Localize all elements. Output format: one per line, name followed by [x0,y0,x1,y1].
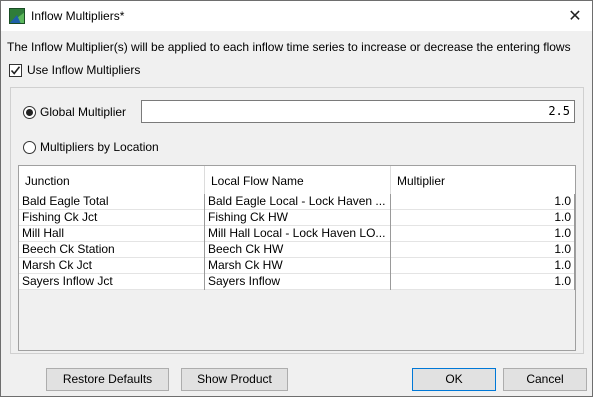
multiplier-cell[interactable]: 1.0 [391,242,575,258]
multiplier-cell[interactable]: 1.0 [391,210,575,226]
title-bar: Inflow Multipliers* ✕ [1,1,592,31]
column-header-junction[interactable]: Junction [19,166,205,194]
show-product-button[interactable]: Show Product [181,368,288,391]
local-flow-name-cell[interactable]: Beech Ck HW [205,242,391,258]
radio-selected-icon[interactable] [23,105,36,119]
column-header-local-flow-name[interactable]: Local Flow Name [205,166,391,194]
table-row[interactable]: Bald Eagle Total Bald Eagle Local - Lock… [19,194,575,210]
junction-cell[interactable]: Bald Eagle Total [19,194,205,210]
junction-cell[interactable]: Sayers Inflow Jct [19,274,205,290]
table-row[interactable]: Sayers Inflow Jct Sayers Inflow 1.0 [19,274,575,290]
global-multiplier-label: Global Multiplier [40,105,127,119]
checkbox-checked-icon[interactable] [9,63,22,77]
ok-button[interactable]: OK [412,368,496,391]
junction-cell[interactable]: Beech Ck Station [19,242,205,258]
multiplier-cell[interactable]: 1.0 [391,194,575,210]
description-text: The Inflow Multiplier(s) will be applied… [7,40,571,54]
junction-cell[interactable]: Fishing Ck Jct [19,210,205,226]
local-flow-name-cell[interactable]: Sayers Inflow [205,274,391,290]
junction-cell[interactable]: Mill Hall [19,226,205,242]
table-row[interactable]: Fishing Ck Jct Fishing Ck HW 1.0 [19,210,575,226]
multipliers-by-location-label: Multipliers by Location [40,140,159,154]
cancel-button[interactable]: Cancel [503,368,587,391]
table-row[interactable]: Marsh Ck Jct Marsh Ck HW 1.0 [19,258,575,274]
local-flow-name-cell[interactable]: Mill Hall Local - Lock Haven LO... [205,226,391,242]
multiplier-cell[interactable]: 1.0 [391,226,575,242]
radio-unselected-icon[interactable] [23,140,36,154]
global-multiplier-radio[interactable]: Global Multiplier [23,105,126,119]
multiplier-cell[interactable]: 1.0 [391,258,575,274]
junction-cell[interactable]: Marsh Ck Jct [19,258,205,274]
global-multiplier-input[interactable]: 2.5 [141,100,575,123]
column-header-multiplier[interactable]: Multiplier [391,166,575,194]
local-flow-name-cell[interactable]: Marsh Ck HW [205,258,391,274]
local-flow-name-cell[interactable]: Bald Eagle Local - Lock Haven ... [205,194,391,210]
table-row[interactable]: Mill Hall Mill Hall Local - Lock Haven L… [19,226,575,242]
restore-defaults-button[interactable]: Restore Defaults [46,368,169,391]
multiplier-cell[interactable]: 1.0 [391,274,575,290]
app-icon [9,8,25,24]
window-title: Inflow Multipliers* [31,9,125,23]
use-inflow-multipliers-checkbox[interactable]: Use Inflow Multipliers [9,63,140,77]
inflow-multipliers-dialog: Inflow Multipliers* ✕ The Inflow Multipl… [0,0,593,397]
multipliers-table[interactable]: Junction Local Flow Name Multiplier Bald… [18,165,576,351]
table-row[interactable]: Beech Ck Station Beech Ck HW 1.0 [19,242,575,258]
use-inflow-multipliers-label: Use Inflow Multipliers [27,63,141,77]
table-body: Bald Eagle Total Bald Eagle Local - Lock… [19,194,575,290]
close-icon[interactable]: ✕ [558,1,592,31]
local-flow-name-cell[interactable]: Fishing Ck HW [205,210,391,226]
table-header: Junction Local Flow Name Multiplier [19,166,575,194]
multipliers-by-location-radio[interactable]: Multipliers by Location [23,140,159,154]
